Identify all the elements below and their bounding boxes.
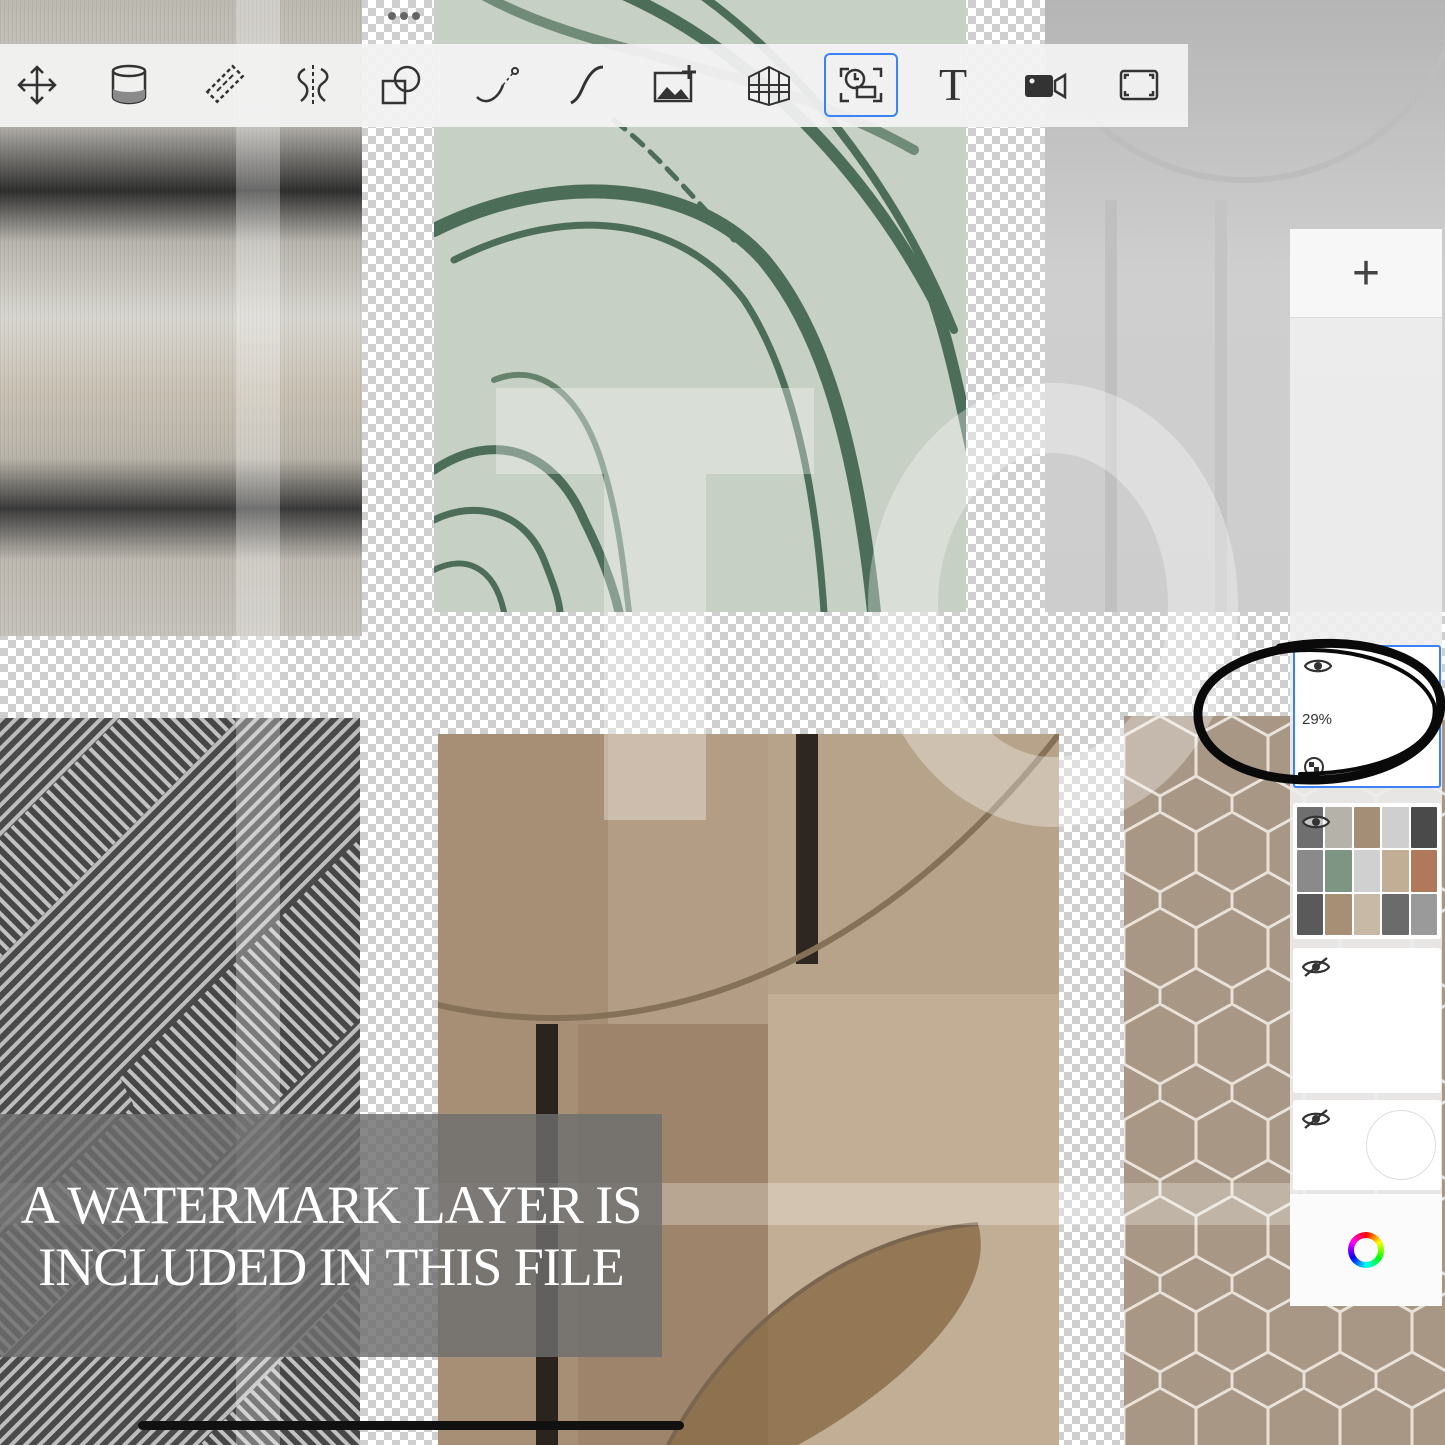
watermark-letter-o [868,383,1238,827]
video-tool-button[interactable] [1008,53,1082,117]
time-lapse-icon [839,67,883,103]
color-picker-button[interactable] [1290,1194,1442,1306]
add-layer-button[interactable]: + [1290,229,1442,318]
text-icon: T [938,59,968,110]
curve-tool-button[interactable] [460,53,534,117]
color-wheel-icon [1348,1232,1384,1268]
add-image-button[interactable] [638,53,712,117]
fill-bucket-icon [111,64,147,105]
stroke-icon [570,65,604,105]
layer-thumbnail [1366,1110,1436,1180]
text-tool-button[interactable]: T [916,53,990,117]
eye-hidden-icon[interactable] [1301,956,1331,978]
watermark-letter-t-bar [496,388,814,474]
toolbar-grab-handle[interactable] [388,12,420,20]
fill-tool-button[interactable] [92,53,166,117]
banner-line-2: INCLUDED IN THIS FILE [38,1236,624,1297]
perspective-grid-icon [748,65,790,107]
perspective-guide-button[interactable] [732,53,806,117]
ruler-tool-button[interactable] [188,53,262,117]
fullscreen-button[interactable] [1102,53,1176,117]
shapes-tool-button[interactable] [364,53,438,117]
eye-hidden-icon[interactable] [1301,1108,1331,1130]
banner-line-1: A WATERMARK LAYER IS [20,1174,643,1235]
toolbar: T [0,44,1188,127]
plus-icon: + [1351,246,1381,300]
watermark-notice-banner: A WATERMARK LAYER IS INCLUDED IN THIS FI… [0,1114,662,1357]
ruler-icon [205,64,245,104]
layer-hidden-1[interactable] [1293,948,1441,1093]
shapes-icon [381,65,421,105]
move-tool-button[interactable] [0,53,74,117]
time-lapse-button[interactable] [824,53,898,117]
move-icon [17,65,57,105]
layer-collage[interactable] [1293,803,1441,939]
fullscreen-icon [1119,69,1159,101]
symmetry-tool-button[interactable] [276,53,350,117]
eye-icon[interactable] [1301,811,1331,833]
curve-icon [476,67,519,103]
add-image-icon [653,65,696,103]
highlight-scribble-circle [1193,638,1445,785]
stroke-tool-button[interactable] [550,53,624,117]
video-camera-icon [1025,72,1067,100]
home-indicator[interactable] [138,1421,684,1430]
watermark-letter-t-stem [604,474,706,820]
layer-hidden-2[interactable] [1293,1100,1441,1190]
symmetry-icon [297,65,329,105]
